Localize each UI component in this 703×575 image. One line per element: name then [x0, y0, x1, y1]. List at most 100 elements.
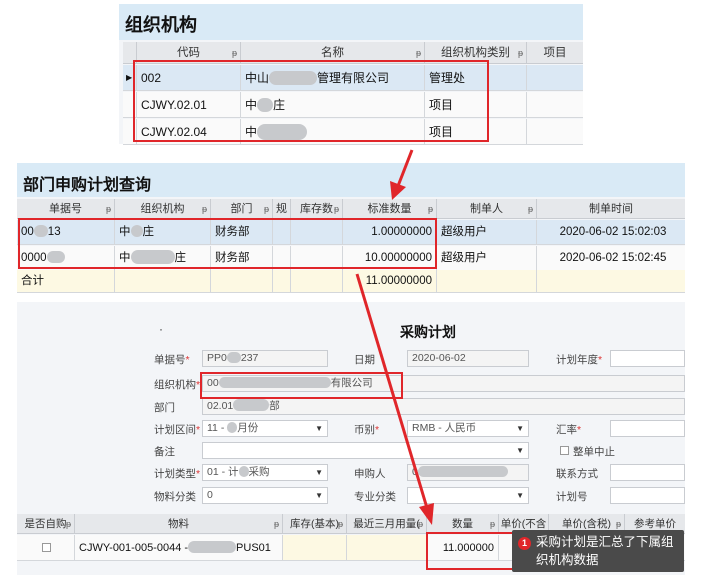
- chevron-down-icon[interactable]: ▼: [315, 465, 323, 480]
- pin-icon[interactable]: ᵽ: [428, 199, 433, 219]
- pin-icon[interactable]: ᵽ: [264, 199, 269, 219]
- pin-icon[interactable]: ᵽ: [106, 199, 111, 219]
- chevron-down-icon[interactable]: ▼: [516, 421, 524, 436]
- chevron-down-icon[interactable]: ▼: [516, 443, 524, 458]
- pin-icon[interactable]: ᵽ: [416, 42, 421, 64]
- org-cell[interactable]: 中庄: [115, 246, 211, 270]
- pin-icon[interactable]: ᵽ: [490, 514, 495, 534]
- row-indicator: [123, 119, 137, 144]
- query-title-bar: 部门申购计划查询: [17, 163, 685, 197]
- redacted-blur: [417, 465, 508, 477]
- redacted-blur: [227, 421, 238, 433]
- col-header-category[interactable]: 组织机构类别 ᵽ: [425, 42, 527, 63]
- pin-icon[interactable]: ᵽ: [66, 514, 71, 534]
- std-qty-cell[interactable]: 1.00000000: [343, 220, 437, 244]
- col-header-stock[interactable]: 库存数 ᵽ: [291, 199, 343, 218]
- pin-icon[interactable]: ᵽ: [274, 514, 279, 534]
- org-code-cell[interactable]: CJWY.02.04: [137, 119, 241, 144]
- rate-field[interactable]: [610, 420, 685, 437]
- maker-cell[interactable]: 超级用户: [437, 246, 537, 270]
- table-row[interactable]: 00 13 中庄 财务部 1.00000000 超级用户 2020-06-02 1…: [17, 220, 685, 245]
- buyer-field[interactable]: 0: [407, 464, 529, 481]
- org-code-cell[interactable]: CJWY.02.01: [137, 92, 241, 117]
- dept-cell[interactable]: 财务部: [211, 246, 273, 270]
- table-row[interactable]: CJWY.02.01 中庄 项目: [123, 92, 583, 118]
- org-cell[interactable]: 中庄: [115, 220, 211, 244]
- col-header-stock-basic[interactable]: 库存(基本) ᵽ: [283, 514, 347, 533]
- pin-icon[interactable]: ᵽ: [518, 42, 523, 64]
- recent-usage-cell[interactable]: [347, 535, 427, 560]
- redacted-blur: [130, 249, 175, 264]
- qty-cell[interactable]: 11.000000: [427, 535, 499, 560]
- stock-cell[interactable]: [291, 220, 343, 244]
- date-field[interactable]: 2020-06-02: [407, 350, 529, 367]
- note-field[interactable]: ▼: [202, 442, 529, 459]
- chevron-down-icon[interactable]: ▼: [315, 488, 323, 503]
- col-header-org[interactable]: 组织机构 ᵽ: [115, 199, 211, 218]
- col-header-recent-usage[interactable]: 最近三月用量(ᵽ: [347, 514, 427, 533]
- org-name-cell[interactable]: 中山 管理有限公司: [241, 65, 425, 90]
- self-purchase-cell[interactable]: [17, 535, 75, 560]
- col-header-maker[interactable]: 制单人 ᵽ: [437, 199, 537, 218]
- pin-icon[interactable]: ᵽ: [418, 514, 423, 534]
- col-header-qty[interactable]: 数量 ᵽ: [427, 514, 499, 533]
- pin-icon[interactable]: ᵽ: [232, 42, 237, 64]
- maker-cell[interactable]: 超级用户: [437, 220, 537, 244]
- col-header-doc-no[interactable]: 单据号 ᵽ: [17, 199, 115, 218]
- time-cell[interactable]: 2020-06-02 15:02:03: [537, 220, 685, 244]
- spec-cell[interactable]: [273, 246, 291, 270]
- org-name-cell[interactable]: 中: [241, 119, 425, 144]
- pin-icon[interactable]: ᵽ: [528, 199, 533, 219]
- table-row[interactable]: 0000 中庄 财务部 10.00000000 超级用户 2020-06-02 …: [17, 246, 685, 271]
- col-header-time[interactable]: 制单时间: [537, 199, 685, 218]
- col-header-spec[interactable]: 规: [273, 199, 291, 218]
- dept-cell[interactable]: 财务部: [211, 220, 273, 244]
- table-row[interactable]: ▶ 002 中山 管理有限公司 管理处: [123, 65, 583, 91]
- material-cell[interactable]: CJWY-001-005-0044 - PUS01: [75, 535, 283, 560]
- col-header-code[interactable]: 代码 ᵽ: [137, 42, 241, 63]
- total-empty: [437, 270, 537, 292]
- org-category-cell[interactable]: 项目: [425, 119, 527, 144]
- col-header-std-qty[interactable]: 标准数量 ᵽ: [343, 199, 437, 218]
- pin-icon[interactable]: ᵽ: [338, 514, 343, 534]
- plan-type-select[interactable]: 01 - 计采购 ▼: [202, 464, 328, 481]
- org-field[interactable]: 00 有限公司: [202, 375, 685, 392]
- col-header-material[interactable]: 物料 ᵽ: [75, 514, 283, 533]
- plan-year-field[interactable]: [610, 350, 685, 367]
- doc-no-field[interactable]: PP0 237: [202, 350, 328, 367]
- col-header-project[interactable]: 项目: [527, 42, 583, 63]
- doc-no-cell[interactable]: 00 13: [17, 220, 115, 244]
- table-row[interactable]: CJWY.02.04 中 项目: [123, 119, 583, 145]
- whole-stop-checkbox[interactable]: [560, 446, 569, 455]
- chevron-down-icon[interactable]: ▼: [315, 421, 323, 436]
- annotation-tooltip: 1 采购计划是汇总了下属组织机构数据: [512, 530, 684, 572]
- org-panel: 组织机构 代码 ᵽ 名称 ᵽ 组织机构类别 ᵽ 项目 ▶ 002 中山 管理有限公司 管…: [119, 4, 583, 145]
- col-header-dept[interactable]: 部门 ᵽ: [211, 199, 273, 218]
- doc-no-cell[interactable]: 0000: [17, 246, 115, 270]
- plan-no-field[interactable]: [610, 487, 685, 504]
- currency-select[interactable]: RMB - 人民币 ▼: [407, 420, 529, 437]
- std-qty-cell[interactable]: 10.00000000: [343, 246, 437, 270]
- pin-icon[interactable]: ᵽ: [334, 199, 339, 219]
- spec-cell[interactable]: [273, 220, 291, 244]
- org-code-cell[interactable]: 002: [137, 65, 241, 90]
- stock-basic-cell[interactable]: [283, 535, 347, 560]
- category-select[interactable]: ▼: [407, 487, 529, 504]
- period-select[interactable]: 11 - 月份 ▼: [202, 420, 328, 437]
- org-category-cell[interactable]: 项目: [425, 92, 527, 117]
- org-name-cell[interactable]: 中庄: [241, 92, 425, 117]
- stock-cell[interactable]: [291, 246, 343, 270]
- col-header-name[interactable]: 名称 ᵽ: [241, 42, 425, 63]
- org-project-cell[interactable]: [527, 65, 583, 90]
- time-cell[interactable]: 2020-06-02 15:02:45: [537, 246, 685, 270]
- contact-field[interactable]: [610, 464, 685, 481]
- org-project-cell[interactable]: [527, 119, 583, 144]
- material-cat-select[interactable]: 0 ▼: [202, 487, 328, 504]
- chevron-down-icon[interactable]: ▼: [516, 488, 524, 503]
- org-project-cell[interactable]: [527, 92, 583, 117]
- pin-icon[interactable]: ᵽ: [202, 199, 207, 219]
- dept-field[interactable]: 02.01 部: [202, 398, 685, 415]
- col-header-self-purchase[interactable]: 是否自购 ᵽ: [17, 514, 75, 533]
- org-category-cell[interactable]: 管理处: [425, 65, 527, 90]
- self-purchase-checkbox[interactable]: [42, 543, 51, 552]
